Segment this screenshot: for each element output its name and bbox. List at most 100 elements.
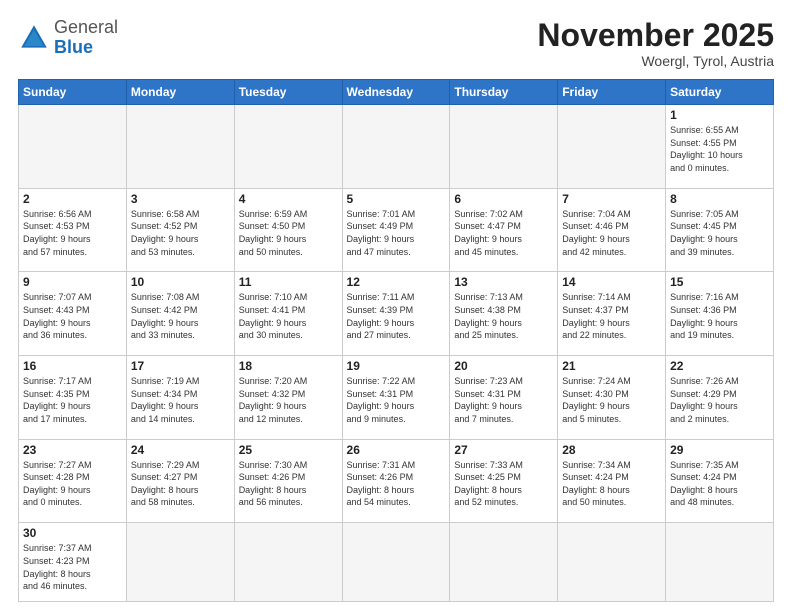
day-number: 2 bbox=[23, 192, 122, 206]
day-info: Sunrise: 7:35 AM Sunset: 4:24 PM Dayligh… bbox=[670, 459, 769, 509]
header: General Blue November 2025 Woergl, Tyrol… bbox=[18, 18, 774, 69]
location-subtitle: Woergl, Tyrol, Austria bbox=[537, 53, 774, 69]
calendar-cell: 23 Sunrise: 7:27 AM Sunset: 4:28 PM Dayli… bbox=[19, 439, 127, 523]
calendar-week-2: 2 Sunrise: 6:56 AM Sunset: 4:53 PM Daylig… bbox=[19, 188, 774, 272]
calendar-cell: 30 Sunrise: 7:37 AM Sunset: 4:23 PM Dayli… bbox=[19, 523, 127, 602]
day-info: Sunrise: 7:05 AM Sunset: 4:45 PM Dayligh… bbox=[670, 208, 769, 258]
calendar-cell bbox=[558, 105, 666, 189]
day-number: 10 bbox=[131, 275, 230, 289]
day-number: 16 bbox=[23, 359, 122, 373]
calendar-cell bbox=[19, 105, 127, 189]
day-number: 4 bbox=[239, 192, 338, 206]
day-number: 22 bbox=[670, 359, 769, 373]
calendar-cell: 1Sunrise: 6:55 AM Sunset: 4:55 PM Daylig… bbox=[666, 105, 774, 189]
day-info: Sunrise: 6:58 AM Sunset: 4:52 PM Dayligh… bbox=[131, 208, 230, 258]
day-info: Sunrise: 7:19 AM Sunset: 4:34 PM Dayligh… bbox=[131, 375, 230, 425]
day-number: 8 bbox=[670, 192, 769, 206]
calendar-cell: 17 Sunrise: 7:19 AM Sunset: 4:34 PM Dayli… bbox=[126, 356, 234, 440]
calendar-cell: 14Sunrise: 7:14 AM Sunset: 4:37 PM Dayli… bbox=[558, 272, 666, 356]
day-number: 23 bbox=[23, 443, 122, 457]
calendar: Sunday Monday Tuesday Wednesday Thursday… bbox=[18, 79, 774, 602]
calendar-cell: 20 Sunrise: 7:23 AM Sunset: 4:31 PM Dayli… bbox=[450, 356, 558, 440]
calendar-cell bbox=[342, 523, 450, 602]
day-info: Sunrise: 6:56 AM Sunset: 4:53 PM Dayligh… bbox=[23, 208, 122, 258]
calendar-cell: 16Sunrise: 7:17 AM Sunset: 4:35 PM Dayli… bbox=[19, 356, 127, 440]
day-info: Sunrise: 7:37 AM Sunset: 4:23 PM Dayligh… bbox=[23, 542, 122, 592]
calendar-week-3: 9 Sunrise: 7:07 AM Sunset: 4:43 PM Daylig… bbox=[19, 272, 774, 356]
day-info: Sunrise: 7:07 AM Sunset: 4:43 PM Dayligh… bbox=[23, 291, 122, 341]
day-number: 12 bbox=[347, 275, 446, 289]
calendar-cell bbox=[342, 105, 450, 189]
calendar-cell: 24 Sunrise: 7:29 AM Sunset: 4:27 PM Dayli… bbox=[126, 439, 234, 523]
day-info: Sunrise: 7:16 AM Sunset: 4:36 PM Dayligh… bbox=[670, 291, 769, 341]
day-info: Sunrise: 6:55 AM Sunset: 4:55 PM Dayligh… bbox=[670, 124, 769, 174]
day-number: 15 bbox=[670, 275, 769, 289]
day-number: 24 bbox=[131, 443, 230, 457]
day-info: Sunrise: 7:31 AM Sunset: 4:26 PM Dayligh… bbox=[347, 459, 446, 509]
calendar-cell bbox=[234, 105, 342, 189]
day-number: 13 bbox=[454, 275, 553, 289]
day-info: Sunrise: 7:26 AM Sunset: 4:29 PM Dayligh… bbox=[670, 375, 769, 425]
day-info: Sunrise: 7:22 AM Sunset: 4:31 PM Dayligh… bbox=[347, 375, 446, 425]
calendar-cell: 11Sunrise: 7:10 AM Sunset: 4:41 PM Dayli… bbox=[234, 272, 342, 356]
calendar-cell: 19 Sunrise: 7:22 AM Sunset: 4:31 PM Dayli… bbox=[342, 356, 450, 440]
header-tuesday: Tuesday bbox=[234, 80, 342, 105]
calendar-cell: 2 Sunrise: 6:56 AM Sunset: 4:53 PM Daylig… bbox=[19, 188, 127, 272]
day-number: 20 bbox=[454, 359, 553, 373]
header-friday: Friday bbox=[558, 80, 666, 105]
day-info: Sunrise: 7:10 AM Sunset: 4:41 PM Dayligh… bbox=[239, 291, 338, 341]
calendar-cell: 13 Sunrise: 7:13 AM Sunset: 4:38 PM Dayli… bbox=[450, 272, 558, 356]
calendar-cell: 27Sunrise: 7:33 AM Sunset: 4:25 PM Dayli… bbox=[450, 439, 558, 523]
calendar-cell: 7Sunrise: 7:04 AM Sunset: 4:46 PM Daylig… bbox=[558, 188, 666, 272]
calendar-cell: 9 Sunrise: 7:07 AM Sunset: 4:43 PM Daylig… bbox=[19, 272, 127, 356]
calendar-cell: 4Sunrise: 6:59 AM Sunset: 4:50 PM Daylig… bbox=[234, 188, 342, 272]
day-number: 7 bbox=[562, 192, 661, 206]
calendar-cell bbox=[234, 523, 342, 602]
calendar-week-5: 23 Sunrise: 7:27 AM Sunset: 4:28 PM Dayli… bbox=[19, 439, 774, 523]
calendar-cell: 6Sunrise: 7:02 AM Sunset: 4:47 PM Daylig… bbox=[450, 188, 558, 272]
calendar-cell: 25 Sunrise: 7:30 AM Sunset: 4:26 PM Dayli… bbox=[234, 439, 342, 523]
day-number: 19 bbox=[347, 359, 446, 373]
month-title: November 2025 bbox=[537, 18, 774, 53]
logo-blue: Blue bbox=[54, 37, 93, 57]
logo-general: General bbox=[54, 17, 118, 37]
calendar-cell: 28Sunrise: 7:34 AM Sunset: 4:24 PM Dayli… bbox=[558, 439, 666, 523]
day-number: 17 bbox=[131, 359, 230, 373]
calendar-cell: 5 Sunrise: 7:01 AM Sunset: 4:49 PM Daylig… bbox=[342, 188, 450, 272]
logo: General Blue bbox=[18, 18, 118, 58]
day-info: Sunrise: 7:20 AM Sunset: 4:32 PM Dayligh… bbox=[239, 375, 338, 425]
day-number: 3 bbox=[131, 192, 230, 206]
logo-icon bbox=[18, 22, 50, 54]
calendar-cell bbox=[126, 523, 234, 602]
calendar-cell bbox=[126, 105, 234, 189]
day-info: Sunrise: 7:29 AM Sunset: 4:27 PM Dayligh… bbox=[131, 459, 230, 509]
calendar-week-1: 1Sunrise: 6:55 AM Sunset: 4:55 PM Daylig… bbox=[19, 105, 774, 189]
day-info: Sunrise: 7:33 AM Sunset: 4:25 PM Dayligh… bbox=[454, 459, 553, 509]
day-number: 25 bbox=[239, 443, 338, 457]
day-number: 28 bbox=[562, 443, 661, 457]
day-info: Sunrise: 7:27 AM Sunset: 4:28 PM Dayligh… bbox=[23, 459, 122, 509]
day-info: Sunrise: 7:23 AM Sunset: 4:31 PM Dayligh… bbox=[454, 375, 553, 425]
day-info: Sunrise: 7:30 AM Sunset: 4:26 PM Dayligh… bbox=[239, 459, 338, 509]
day-info: Sunrise: 7:13 AM Sunset: 4:38 PM Dayligh… bbox=[454, 291, 553, 341]
page: General Blue November 2025 Woergl, Tyrol… bbox=[0, 0, 792, 612]
day-number: 5 bbox=[347, 192, 446, 206]
calendar-cell bbox=[450, 105, 558, 189]
header-thursday: Thursday bbox=[450, 80, 558, 105]
calendar-cell: 15 Sunrise: 7:16 AM Sunset: 4:36 PM Dayli… bbox=[666, 272, 774, 356]
calendar-cell: 21Sunrise: 7:24 AM Sunset: 4:30 PM Dayli… bbox=[558, 356, 666, 440]
calendar-cell: 26Sunrise: 7:31 AM Sunset: 4:26 PM Dayli… bbox=[342, 439, 450, 523]
calendar-cell bbox=[450, 523, 558, 602]
day-number: 30 bbox=[23, 526, 122, 540]
day-number: 9 bbox=[23, 275, 122, 289]
calendar-cell: 10Sunrise: 7:08 AM Sunset: 4:42 PM Dayli… bbox=[126, 272, 234, 356]
day-info: Sunrise: 7:14 AM Sunset: 4:37 PM Dayligh… bbox=[562, 291, 661, 341]
day-info: Sunrise: 7:01 AM Sunset: 4:49 PM Dayligh… bbox=[347, 208, 446, 258]
day-number: 29 bbox=[670, 443, 769, 457]
day-number: 21 bbox=[562, 359, 661, 373]
calendar-cell: 18Sunrise: 7:20 AM Sunset: 4:32 PM Dayli… bbox=[234, 356, 342, 440]
header-sunday: Sunday bbox=[19, 80, 127, 105]
title-block: November 2025 Woergl, Tyrol, Austria bbox=[537, 18, 774, 69]
calendar-cell bbox=[558, 523, 666, 602]
calendar-cell bbox=[666, 523, 774, 602]
